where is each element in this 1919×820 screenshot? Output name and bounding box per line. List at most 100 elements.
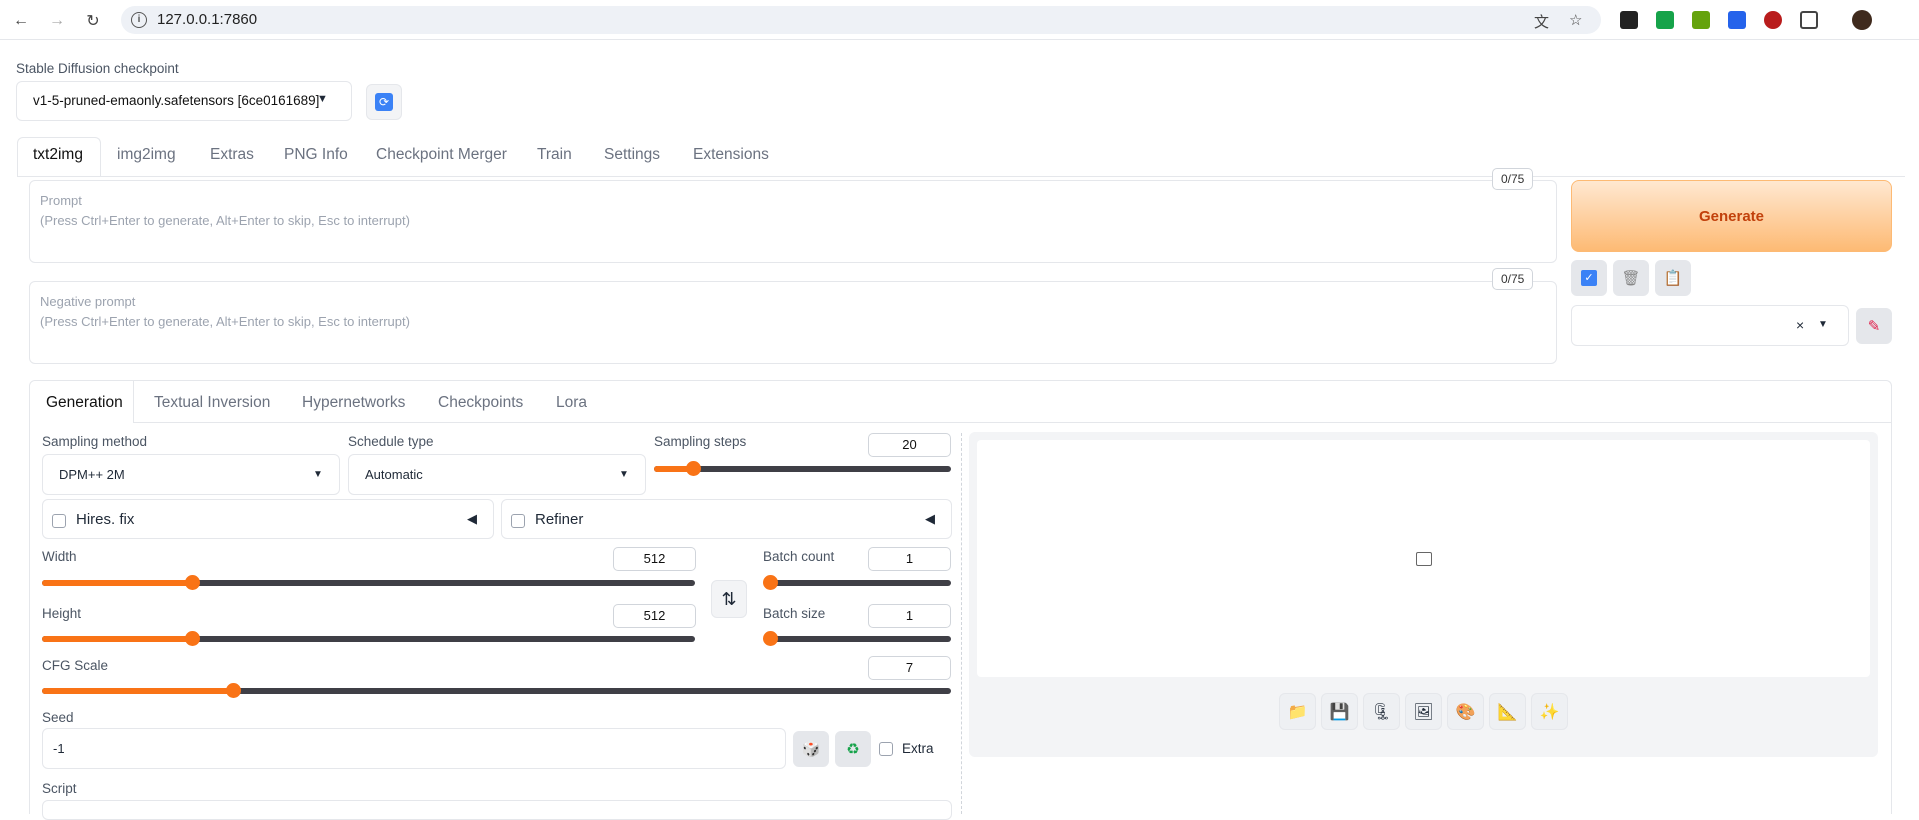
site-info-icon[interactable]: i: [131, 12, 147, 28]
subtab-divider: [29, 422, 1892, 423]
hires-fix-label: Hires. fix: [76, 511, 135, 528]
refresh-checkpoint-button[interactable]: ⟳: [366, 84, 402, 120]
tab-hypernetworks[interactable]: Hypernetworks: [302, 394, 405, 412]
tab-img2img[interactable]: img2img: [117, 146, 176, 164]
batch-size-input[interactable]: 1: [868, 604, 951, 628]
zip-icon: 🗜: [1371, 703, 1392, 721]
styles-dropdown[interactable]: × ▼: [1571, 305, 1849, 346]
bookmark-star-icon[interactable]: ☆: [1569, 11, 1582, 29]
generate-label: Generate: [1698, 207, 1765, 225]
negative-prompt-field[interactable]: Negative prompt (Press Ctrl+Enter to gen…: [29, 281, 1557, 364]
hires-fix-checkbox[interactable]: [52, 514, 66, 528]
seed-input[interactable]: -1: [42, 728, 786, 769]
cfg-scale-slider[interactable]: [42, 683, 951, 698]
apply-styles-icon: ✓: [1581, 270, 1597, 286]
chevron-down-icon: ▼: [1818, 319, 1828, 330]
seed-label: Seed: [42, 710, 74, 725]
negative-prompt-token-counter: 0/75: [1492, 268, 1534, 290]
schedule-type-value: Automatic: [365, 467, 423, 482]
trash-icon: 🗑: [1621, 270, 1641, 287]
sampling-method-label: Sampling method: [42, 434, 148, 449]
height-input[interactable]: 512: [613, 604, 696, 628]
image-placeholder-icon: [1415, 551, 1432, 566]
save-icon: 💾: [1329, 703, 1350, 721]
send-to-img2img-button[interactable]: 🖼: [1405, 693, 1442, 730]
download-extension-icon[interactable]: [1656, 11, 1674, 29]
generate-button[interactable]: Generate: [1571, 180, 1892, 252]
batch-count-label: Batch count: [763, 549, 835, 564]
script-dropdown[interactable]: [42, 800, 952, 820]
translate-icon[interactable]: 文: [1534, 11, 1549, 32]
reuse-seed-button[interactable]: ♻: [835, 731, 871, 767]
sparkle-icon: ✨: [1539, 703, 1560, 721]
download-blue-icon[interactable]: [1728, 11, 1746, 29]
tab-textual-inversion[interactable]: Textual Inversion: [154, 394, 270, 412]
apply-styles-button[interactable]: ✓: [1571, 260, 1607, 296]
send-to-inpaint-button[interactable]: 🎨: [1447, 693, 1484, 730]
height-slider[interactable]: [42, 631, 695, 646]
url-text: 127.0.0.1:7860: [157, 11, 258, 28]
edit-styles-button[interactable]: ✎: [1856, 308, 1892, 344]
cfg-scale-input[interactable]: 7: [868, 656, 951, 680]
tab-checkpoint-merger[interactable]: Checkpoint Merger: [376, 146, 507, 164]
trash-button[interactable]: 🗑: [1613, 260, 1649, 296]
hires-fix-accordion[interactable]: Hires. fix ◀: [42, 499, 494, 539]
slider-handle[interactable]: [763, 631, 778, 646]
clipboard-button[interactable]: 📋: [1655, 260, 1691, 296]
dice-icon: 🎲: [801, 741, 821, 758]
send-to-img2img-icon: 🖼: [1413, 703, 1434, 721]
tab-txt2img[interactable]: txt2img: [33, 146, 83, 164]
reload-icon[interactable]: ↻: [80, 8, 106, 34]
shield-extension-icon[interactable]: [1764, 11, 1782, 29]
recycle-icon: ♻: [846, 741, 860, 758]
schedule-type-dropdown[interactable]: Automatic ▼: [348, 454, 646, 495]
open-folder-button[interactable]: 📁: [1279, 693, 1316, 730]
tab-generation[interactable]: Generation: [46, 394, 123, 412]
swap-dimensions-button[interactable]: ⇅: [711, 580, 747, 618]
profile-avatar[interactable]: [1852, 10, 1872, 30]
batch-count-input[interactable]: 1: [868, 547, 951, 571]
height-label: Height: [42, 606, 82, 621]
slider-handle[interactable]: [763, 575, 778, 590]
refiner-checkbox[interactable]: [511, 514, 525, 528]
sampling-steps-slider[interactable]: [654, 461, 951, 476]
tab-settings[interactable]: Settings: [604, 146, 660, 164]
collapse-arrow-icon: ◀: [467, 511, 477, 526]
sampling-steps-label: Sampling steps: [654, 434, 747, 449]
clear-styles-icon[interactable]: ×: [1796, 317, 1804, 333]
slider-handle[interactable]: [685, 461, 701, 476]
back-icon[interactable]: ←: [8, 8, 34, 34]
address-bar[interactable]: i 127.0.0.1:7860 文 ☆: [121, 6, 1601, 34]
sampling-steps-input[interactable]: 20: [868, 433, 951, 457]
tab-checkpoints[interactable]: Checkpoints: [438, 394, 523, 412]
batch-count-slider[interactable]: [763, 575, 951, 590]
send-to-extras-button[interactable]: 📐: [1489, 693, 1526, 730]
tab-extensions[interactable]: Extensions: [693, 146, 769, 164]
tab-extras[interactable]: Extras: [210, 146, 254, 164]
sampling-method-dropdown[interactable]: DPM++ 2M ▼: [42, 454, 340, 495]
tab-train[interactable]: Train: [537, 146, 572, 164]
negative-prompt-placeholder: (Press Ctrl+Enter to generate, Alt+Enter…: [40, 314, 410, 329]
slider-handle[interactable]: [225, 683, 241, 698]
forward-icon[interactable]: →: [44, 8, 70, 34]
refiner-accordion[interactable]: Refiner ◀: [501, 499, 952, 539]
extensions-puzzle-icon[interactable]: [1800, 11, 1818, 29]
sparkle-button[interactable]: ✨: [1531, 693, 1568, 730]
tab-lora[interactable]: Lora: [556, 394, 587, 412]
extra-seed-checkbox[interactable]: [879, 742, 893, 756]
width-slider[interactable]: [42, 575, 695, 590]
width-input[interactable]: 512: [613, 547, 696, 571]
qr-extension-icon[interactable]: [1692, 11, 1710, 29]
checkpoint-label: Stable Diffusion checkpoint: [16, 61, 179, 76]
checkpoint-dropdown[interactable]: v1-5-pruned-emaonly.safetensors [6ce0161…: [16, 81, 352, 121]
random-seed-button[interactable]: 🎲: [793, 731, 829, 767]
zip-button[interactable]: 🗜: [1363, 693, 1400, 730]
tab-png-info[interactable]: PNG Info: [284, 146, 348, 164]
batch-size-label: Batch size: [763, 606, 826, 621]
sampling-method-value: DPM++ 2M: [59, 467, 125, 482]
batch-size-slider[interactable]: [763, 631, 951, 646]
extension-icon[interactable]: [1620, 11, 1638, 29]
save-button[interactable]: 💾: [1321, 693, 1358, 730]
chevron-down-icon: ▼: [317, 93, 328, 105]
prompt-field[interactable]: Prompt (Press Ctrl+Enter to generate, Al…: [29, 180, 1557, 263]
